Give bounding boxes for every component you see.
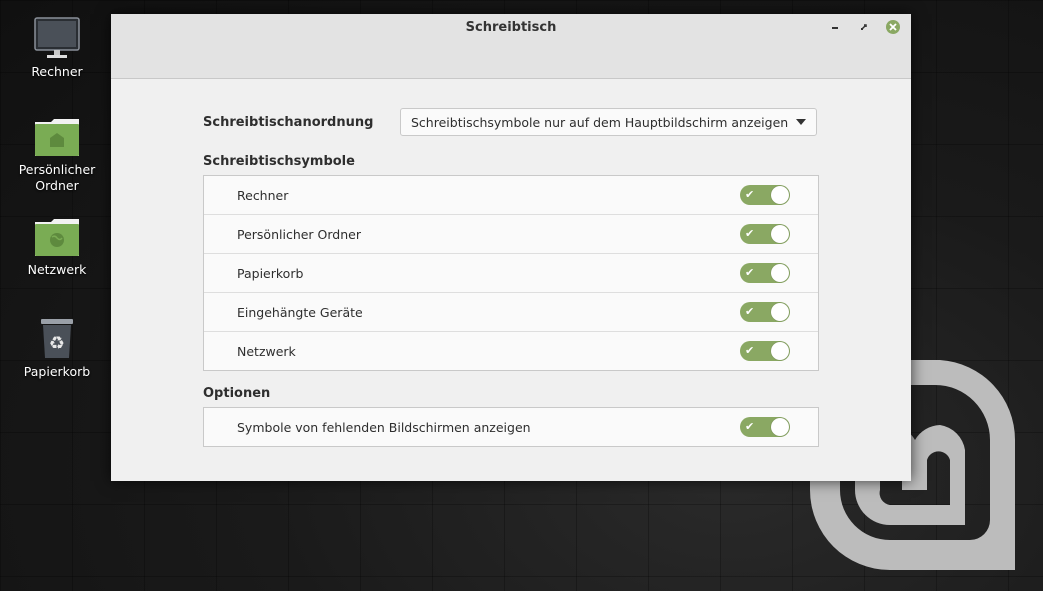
list-item: Eingehängte Geräte ✔: [204, 292, 818, 331]
svg-text:♻: ♻: [49, 333, 65, 354]
network-folder-icon: [35, 219, 79, 256]
icons-list: Rechner ✔ Persönlicher Ordner ✔ Papierko…: [203, 175, 819, 371]
toggle-switch[interactable]: ✔: [740, 417, 790, 437]
window-titlebar[interactable]: Schreibtisch: [111, 14, 911, 79]
desktop-icon-label: Netzwerk: [27, 262, 87, 277]
layout-dropdown-value: Schreibtischsymbole nur auf dem Hauptbil…: [411, 114, 789, 130]
home-folder-icon: [35, 119, 79, 156]
layout-row: Schreibtischanordnung Schreibtischsymbol…: [203, 108, 819, 138]
check-icon: ✔: [745, 188, 755, 201]
list-item: Papierkorb ✔: [204, 253, 818, 292]
desktop-icon-label: Rechner: [31, 64, 83, 79]
desktop-icon-label: Persönlicher Ordner: [18, 162, 96, 193]
check-icon: ✔: [745, 344, 755, 357]
options-list: Symbole von fehlenden Bildschirmen anzei…: [203, 407, 819, 447]
list-item-label: Papierkorb: [237, 265, 304, 281]
settings-content: Schreibtischanordnung Schreibtischsymbol…: [203, 108, 819, 447]
list-item-label: Symbole von fehlenden Bildschirmen anzei…: [237, 419, 531, 435]
layout-dropdown[interactable]: Schreibtischsymbole nur auf dem Hauptbil…: [400, 108, 817, 136]
close-icon: [886, 20, 900, 34]
icons-heading: Schreibtischsymbole: [203, 154, 355, 169]
settings-window: Schreibtisch Schreibtischanordnung Schre…: [111, 14, 911, 481]
check-icon: ✔: [745, 305, 755, 318]
check-icon: ✔: [745, 266, 755, 279]
toggle-switch[interactable]: ✔: [740, 185, 790, 205]
desktop-icon-trash[interactable]: ♻ Papierkorb: [7, 316, 107, 380]
dropdown-arrow-icon: [796, 119, 806, 125]
maximize-icon: [861, 24, 867, 30]
check-icon: ✔: [745, 227, 755, 240]
window-title: Schreibtisch: [465, 20, 557, 35]
desktop-icon-network[interactable]: Netzwerk: [7, 216, 107, 278]
list-item: Netzwerk ✔: [204, 331, 818, 370]
options-heading: Optionen: [203, 386, 271, 401]
trash-icon: ♻: [41, 319, 73, 358]
computer-icon: [34, 17, 80, 58]
list-item: Persönlicher Ordner ✔: [204, 214, 818, 253]
check-icon: ✔: [745, 420, 755, 433]
desktop-icon-home-folder[interactable]: Persönlicher Ordner: [7, 116, 107, 194]
minimize-icon: [832, 27, 838, 29]
list-item: Rechner ✔: [204, 176, 818, 214]
minimize-button[interactable]: [827, 19, 843, 35]
desktop-icon-label: Papierkorb: [23, 364, 91, 379]
close-button[interactable]: [885, 19, 901, 35]
list-item-label: Netzwerk: [237, 343, 296, 359]
maximize-button[interactable]: [856, 19, 872, 35]
toggle-switch[interactable]: ✔: [740, 224, 790, 244]
toggle-switch[interactable]: ✔: [740, 302, 790, 322]
list-item-label: Eingehängte Geräte: [237, 304, 363, 320]
desktop-icon-computer[interactable]: Rechner: [7, 16, 107, 80]
list-item: Symbole von fehlenden Bildschirmen anzei…: [204, 408, 818, 446]
toggle-switch[interactable]: ✔: [740, 341, 790, 361]
list-item-label: Persönlicher Ordner: [237, 226, 361, 242]
toggle-switch[interactable]: ✔: [740, 263, 790, 283]
list-item-label: Rechner: [237, 187, 289, 203]
